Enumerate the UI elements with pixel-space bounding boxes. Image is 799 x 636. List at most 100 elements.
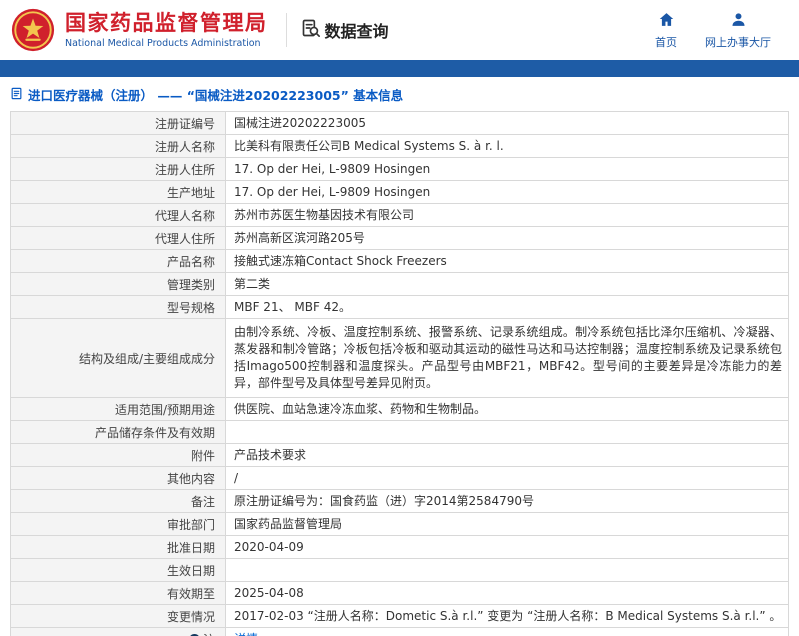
row-value-cell: 详情 [225,627,789,636]
info-table: 注册证编号 国械注进20202223005 注册人名称 比美科有限责任公司B Medi… [10,111,789,636]
row-label: 审批部门 [166,517,215,532]
row-label-cell: 注册人名称 [10,134,226,158]
row-value-cell: 国家药品监督管理局 [225,512,789,536]
row-label: 型号规格 [166,300,215,315]
row-value-cell [225,558,789,582]
row-value: 第二类 [234,276,271,291]
table-row: 批准日期 2020-04-09 [10,535,789,559]
row-label: 附件 [190,448,215,463]
row-value-cell: 苏州高新区滨河路205号 [225,226,789,250]
row-value-cell: 2017-02-03 “注册人名称：Dometic S.à r.l.” 变更为 … [225,604,789,628]
row-label: 管理类别 [166,277,215,292]
row-value-cell [225,420,789,444]
row-value: 国家药品监督管理局 [234,516,343,531]
row-value-cell: 第二类 [225,272,789,296]
row-label: 注册人住所 [154,162,215,177]
row-value: 17. Op der Hei, L-9809 Hosingen [234,184,431,199]
row-label-cell: 变更情况 [10,604,226,628]
table-wrap: 注册证编号 国械注进20202223005 注册人名称 比美科有限责任公司B Medi… [0,111,799,636]
table-row: 注册人名称 比美科有限责任公司B Medical Systems S. à r. … [10,134,789,158]
nav-home-label: 首页 [655,35,677,49]
row-label-cell: 代理人名称 [10,203,226,227]
row-value: 2017-02-03 “注册人名称：Dometic S.à r.l.” 变更为 … [234,608,782,623]
row-value: MBF 21、 MBF 42。 [234,299,351,314]
header-divider [285,13,287,47]
top-nav: 首页 网上办事大厅 [655,11,785,50]
row-label: 适用范围/预期用途 [114,402,215,417]
row-value: 供医院、血站急速冷冻血浆、药物和生物制品。 [234,401,487,416]
data-query-section[interactable]: 数据查询 [301,18,389,42]
row-label: 有效期至 [166,586,215,601]
row-label: 注 [203,633,215,636]
document-icon [10,87,23,103]
table-row: 其他内容 / [10,466,789,490]
breadcrumb: 进口医疗器械（注册） —— “国械注进20202223005” 基本信息 [0,77,799,111]
row-value-cell: 供医院、血站急速冷冻血浆、药物和生物制品。 [225,397,789,421]
nav-item-home[interactable]: 首页 [655,11,677,50]
table-row: 附件 产品技术要求 [10,443,789,467]
agency-name-cn: 国家药品监督管理局 [65,11,268,36]
row-value-cell: MBF 21、 MBF 42。 [225,295,789,319]
table-row: 代理人名称 苏州市苏医生物基因技术有限公司 [10,203,789,227]
row-label: 生产地址 [166,185,215,200]
row-label: 变更情况 [166,609,215,624]
row-label: 备注 [190,494,215,509]
table-row: 生产地址 17. Op der Hei, L-9809 Hosingen [10,180,789,204]
row-label-cell: 注 [10,627,226,636]
row-value: 苏州市苏医生物基因技术有限公司 [234,207,415,222]
row-label-cell: 注册证编号 [10,111,226,135]
row-label-cell: 生产地址 [10,180,226,204]
table-row: 注 详情 [10,627,789,636]
row-value-cell: 苏州市苏医生物基因技术有限公司 [225,203,789,227]
row-label: 注册人名称 [154,139,215,154]
table-row: 变更情况 2017-02-03 “注册人名称：Dometic S.à r.l.” … [10,604,789,628]
row-value: / [234,470,239,485]
person-icon [730,11,747,31]
nmpa-logo-icon [10,7,56,53]
breadcrumb-text: 进口医疗器械（注册） —— “国械注进20202223005” 基本信息 [28,88,404,103]
table-row: 产品名称 接触式速冻箱Contact Shock Freezers [10,249,789,273]
table-row: 管理类别 第二类 [10,272,789,296]
data-search-icon [301,18,321,42]
row-value-cell: 国械注进20202223005 [225,111,789,135]
row-value: 原注册证编号为：国食药监（进）字2014第2584790号 [234,493,534,508]
home-icon [658,11,675,31]
row-value: 比美科有限责任公司B Medical Systems S. à r. l. [234,138,504,153]
row-label: 生效日期 [166,563,215,578]
row-value: 2020-04-09 [234,539,304,554]
table-row: 生效日期 [10,558,789,582]
table-row: 备注 原注册证编号为：国食药监（进）字2014第2584790号 [10,489,789,513]
row-value-cell: 由制冷系统、冷板、温度控制系统、报警系统、记录系统组成。制冷系统包括比泽尔压缩机… [225,318,789,398]
nav-item-service-hall[interactable]: 网上办事大厅 [705,11,771,50]
row-value: 产品技术要求 [234,447,307,462]
table-row: 适用范围/预期用途 供医院、血站急速冷冻血浆、药物和生物制品。 [10,397,789,421]
header-blue-bar [0,60,799,77]
row-label-cell: 型号规格 [10,295,226,319]
row-value-cell: / [225,466,789,490]
table-row: 结构及组成/主要组成成分 由制冷系统、冷板、温度控制系统、报警系统、记录系统组成。… [10,318,789,398]
row-label-cell: 审批部门 [10,512,226,536]
detail-link[interactable]: 详情 [234,632,258,636]
row-label-cell: 附件 [10,443,226,467]
row-label: 批准日期 [166,540,215,555]
row-value-cell: 产品技术要求 [225,443,789,467]
row-value-cell: 17. Op der Hei, L-9809 Hosingen [225,180,789,204]
row-value-cell: 2025-04-08 [225,581,789,605]
row-label-cell: 产品储存条件及有效期 [10,420,226,444]
row-label-cell: 代理人住所 [10,226,226,250]
table-row: 代理人住所 苏州高新区滨河路205号 [10,226,789,250]
row-value-cell: 17. Op der Hei, L-9809 Hosingen [225,157,789,181]
table-row: 型号规格 MBF 21、 MBF 42。 [10,295,789,319]
row-label: 注册证编号 [154,116,215,131]
table-row: 注册人住所 17. Op der Hei, L-9809 Hosingen [10,157,789,181]
row-label: 结构及组成/主要组成成分 [78,351,215,366]
row-label-cell: 适用范围/预期用途 [10,397,226,421]
row-label-cell: 备注 [10,489,226,513]
row-label-cell: 批准日期 [10,535,226,559]
row-label: 代理人住所 [154,231,215,246]
row-value: 17. Op der Hei, L-9809 Hosingen [234,161,431,176]
row-value: 2025-04-08 [234,585,304,600]
row-value-cell: 2020-04-09 [225,535,789,559]
row-value: 苏州高新区滨河路205号 [234,230,365,245]
table-row: 审批部门 国家药品监督管理局 [10,512,789,536]
